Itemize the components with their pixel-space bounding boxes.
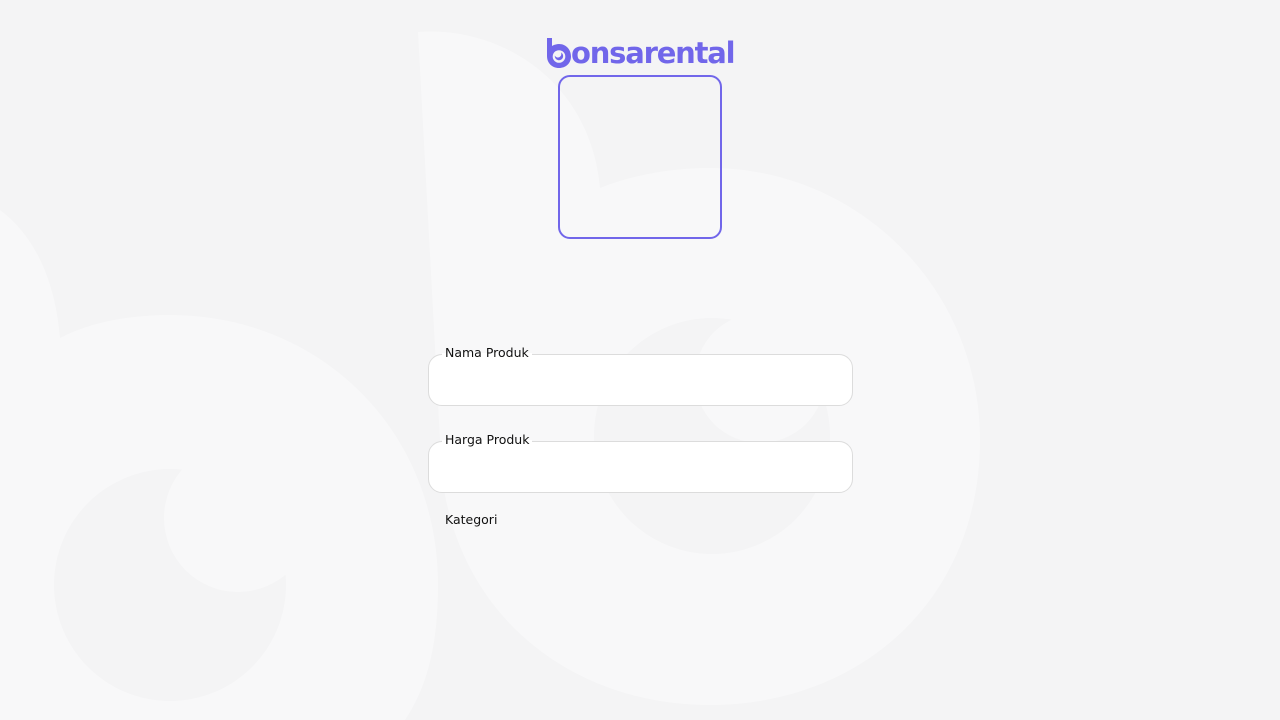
brand-name: onsarental: [571, 36, 736, 70]
product-name-input[interactable]: [442, 366, 841, 396]
product-price-input[interactable]: [442, 453, 841, 483]
product-name-field: Nama Produk: [428, 345, 853, 406]
brand-b-icon: [547, 38, 571, 68]
product-price-label: Harga Produk: [442, 432, 533, 448]
product-name-label: Nama Produk: [442, 345, 532, 361]
category-label: Kategori: [445, 512, 498, 527]
product-image-upload[interactable]: [558, 75, 722, 239]
brand-logo: onsarental: [546, 30, 736, 70]
product-price-field: Harga Produk: [428, 432, 853, 493]
product-form-page: onsarental Nama Produk Harga Produk Kate…: [0, 0, 1280, 720]
